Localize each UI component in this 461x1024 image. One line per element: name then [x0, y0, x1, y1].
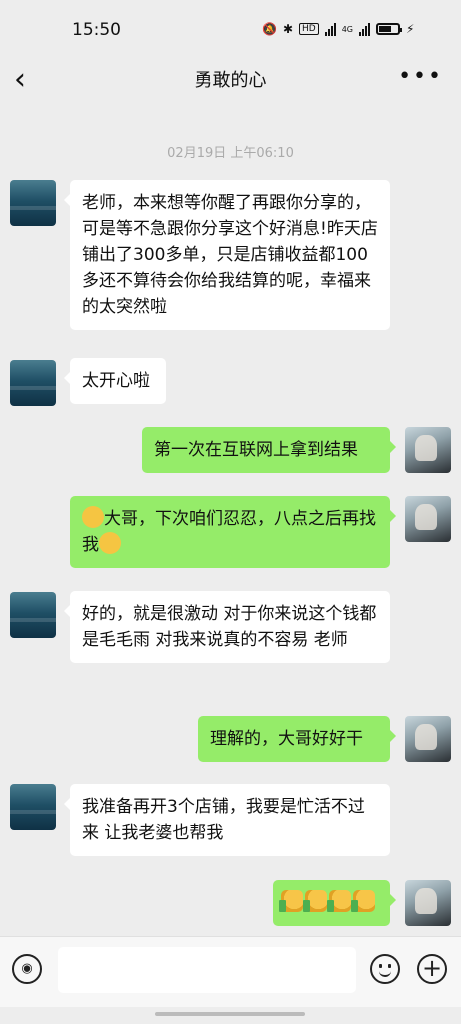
thumbs-up-emoji-icon [279, 890, 303, 912]
message-bubble-incoming[interactable]: 好的，就是很激动 对于你来说这个钱都是毛毛雨 对我来说真的不容易 老师 [64, 591, 390, 663]
contact-avatar[interactable] [10, 592, 56, 638]
thumbs-up-emoji-icon [351, 890, 375, 912]
message-bubble-incoming[interactable]: 老师，本来想等你醒了再跟你分享的，可是等不急跟你分享这个好消息!昨天店铺出了30… [64, 180, 390, 330]
my-avatar[interactable] [405, 880, 451, 926]
chat-input-bar: ◉ + [0, 936, 461, 1007]
message-text: 大哥，下次咱们忍忍，八点之后再找我 [82, 509, 376, 555]
message-input[interactable] [58, 947, 356, 993]
message-text: 第一次在互联网上拿到结果 [154, 440, 358, 460]
my-avatar[interactable] [405, 716, 451, 762]
message-bubble-outgoing[interactable] [273, 880, 396, 926]
thumbs-up-emoji-icon [303, 890, 327, 912]
chat-header: ‹ 勇敢的心 ••• [0, 56, 461, 108]
message-bubble-incoming[interactable]: 我准备再开3个店铺，我要是忙活不过来 让我老婆也帮我 [64, 784, 390, 856]
message-bubble-incoming[interactable]: 太开心啦 [64, 358, 166, 404]
bluetooth-icon: ✱ [282, 22, 294, 36]
message-text: 老师，本来想等你醒了再跟你分享的，可是等不急跟你分享这个好消息!昨天店铺出了30… [82, 193, 378, 317]
signal-icon [324, 22, 336, 36]
message-text: 好的，就是很激动 对于你来说这个钱都是毛毛雨 对我来说真的不容易 老师 [82, 604, 377, 650]
message-bubble-outgoing[interactable]: 理解的，大哥好好干 [198, 716, 396, 762]
message-bubble-outgoing[interactable]: 大哥，下次咱们忍忍，八点之后再找我 [70, 496, 396, 568]
plus-icon[interactable]: + [417, 954, 447, 984]
voice-icon[interactable]: ◉ [12, 954, 42, 984]
status-icons: 🔕 ✱ HD 4G ⚡ [262, 18, 414, 40]
message-text: 太开心啦 [82, 371, 150, 391]
my-avatar[interactable] [405, 496, 451, 542]
message-timestamp: 02月19日 上午06:10 [167, 146, 294, 161]
chat-title: 勇敢的心 [194, 70, 267, 91]
battery-icon [376, 23, 403, 35]
contact-avatar[interactable] [10, 180, 56, 226]
status-bar: 15:50 🔕 ✱ HD 4G ⚡ [0, 0, 461, 56]
contact-avatar[interactable] [10, 360, 56, 406]
crying-laughing-emoji-icon [82, 506, 104, 528]
mute-icon: 🔕 [262, 22, 277, 36]
signal-label: 4G [341, 24, 354, 34]
more-dots-icon[interactable]: ••• [398, 64, 443, 89]
charging-icon: ⚡ [406, 22, 415, 36]
my-avatar[interactable] [405, 427, 451, 473]
message-text: 我准备再开3个店铺，我要是忙活不过来 让我老婆也帮我 [82, 797, 365, 843]
message-bubble-outgoing[interactable]: 第一次在互联网上拿到结果 [142, 427, 396, 473]
thumbs-up-emoji-icon [327, 890, 351, 912]
status-time: 15:50 [72, 20, 121, 40]
home-indicator [155, 1012, 305, 1016]
message-text: 理解的，大哥好好干 [210, 729, 363, 749]
hd-badge: HD [299, 23, 319, 35]
emoji-icon[interactable] [370, 954, 400, 984]
thinking-emoji-icon [99, 532, 121, 554]
contact-avatar[interactable] [10, 784, 56, 830]
signal-icon-2 [359, 22, 371, 36]
